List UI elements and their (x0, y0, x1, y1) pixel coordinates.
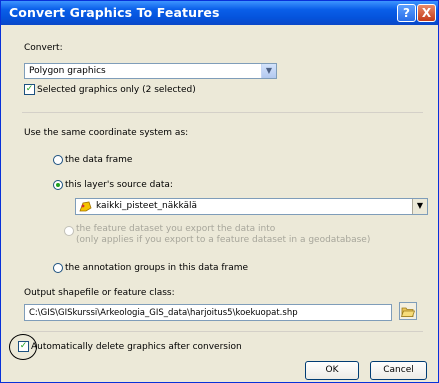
dialog-title: Convert Graphics To Features (9, 5, 220, 20)
radio-feature-dataset-note: (only applies if you export to a feature… (76, 235, 371, 245)
convert-graphics-dialog: Convert Graphics To Features ? X Convert… (0, 0, 439, 383)
radio-feature-dataset-label: the feature dataset you export the data … (76, 224, 276, 234)
radio-feature-dataset[interactable] (64, 226, 74, 236)
chevron-down-icon: ▼ (412, 199, 427, 214)
output-path-field[interactable]: C:\GIS\GISkurssi\Arkeologia_GIS_data\har… (24, 304, 392, 321)
radio-annotation-groups-label: the annotation groups in this data frame (65, 263, 249, 273)
output-label: Output shapefile or feature class: (24, 288, 175, 298)
title-bar: Convert Graphics To Features ? X (1, 1, 438, 25)
cancel-button[interactable]: Cancel (370, 361, 427, 380)
convert-dropdown[interactable]: Polygon graphics ▼ (24, 63, 277, 79)
ok-button[interactable]: OK (305, 361, 359, 380)
radio-data-frame[interactable] (53, 155, 63, 165)
close-button[interactable]: X (417, 4, 436, 22)
selected-only-checkbox[interactable]: ✓ (24, 84, 35, 95)
separator (22, 112, 423, 113)
chevron-down-icon: ▼ (261, 64, 276, 78)
coordinate-system-label: Use the same coordinate system as: (24, 128, 189, 138)
open-folder-icon (400, 307, 416, 317)
radio-layer-source[interactable] (53, 180, 63, 190)
radio-layer-source-label: this layer's source data: (65, 180, 173, 190)
help-button[interactable]: ? (397, 4, 416, 22)
browse-button[interactable] (399, 302, 417, 320)
radio-selected-dot (56, 183, 60, 187)
selected-only-label: Selected graphics only (2 selected) (37, 85, 196, 95)
radio-data-frame-label: the data frame (65, 155, 133, 165)
polygon-layer-icon (79, 201, 92, 212)
auto-delete-label: Automatically delete graphics after conv… (31, 342, 242, 352)
convert-value: Polygon graphics (29, 66, 106, 76)
radio-annotation-groups[interactable] (53, 263, 63, 273)
separator (22, 331, 423, 332)
layer-value: kaikki_pisteet_näkkälä (96, 201, 198, 211)
layer-dropdown[interactable]: kaikki_pisteet_näkkälä ▼ (75, 198, 428, 215)
convert-label: Convert: (24, 43, 63, 53)
